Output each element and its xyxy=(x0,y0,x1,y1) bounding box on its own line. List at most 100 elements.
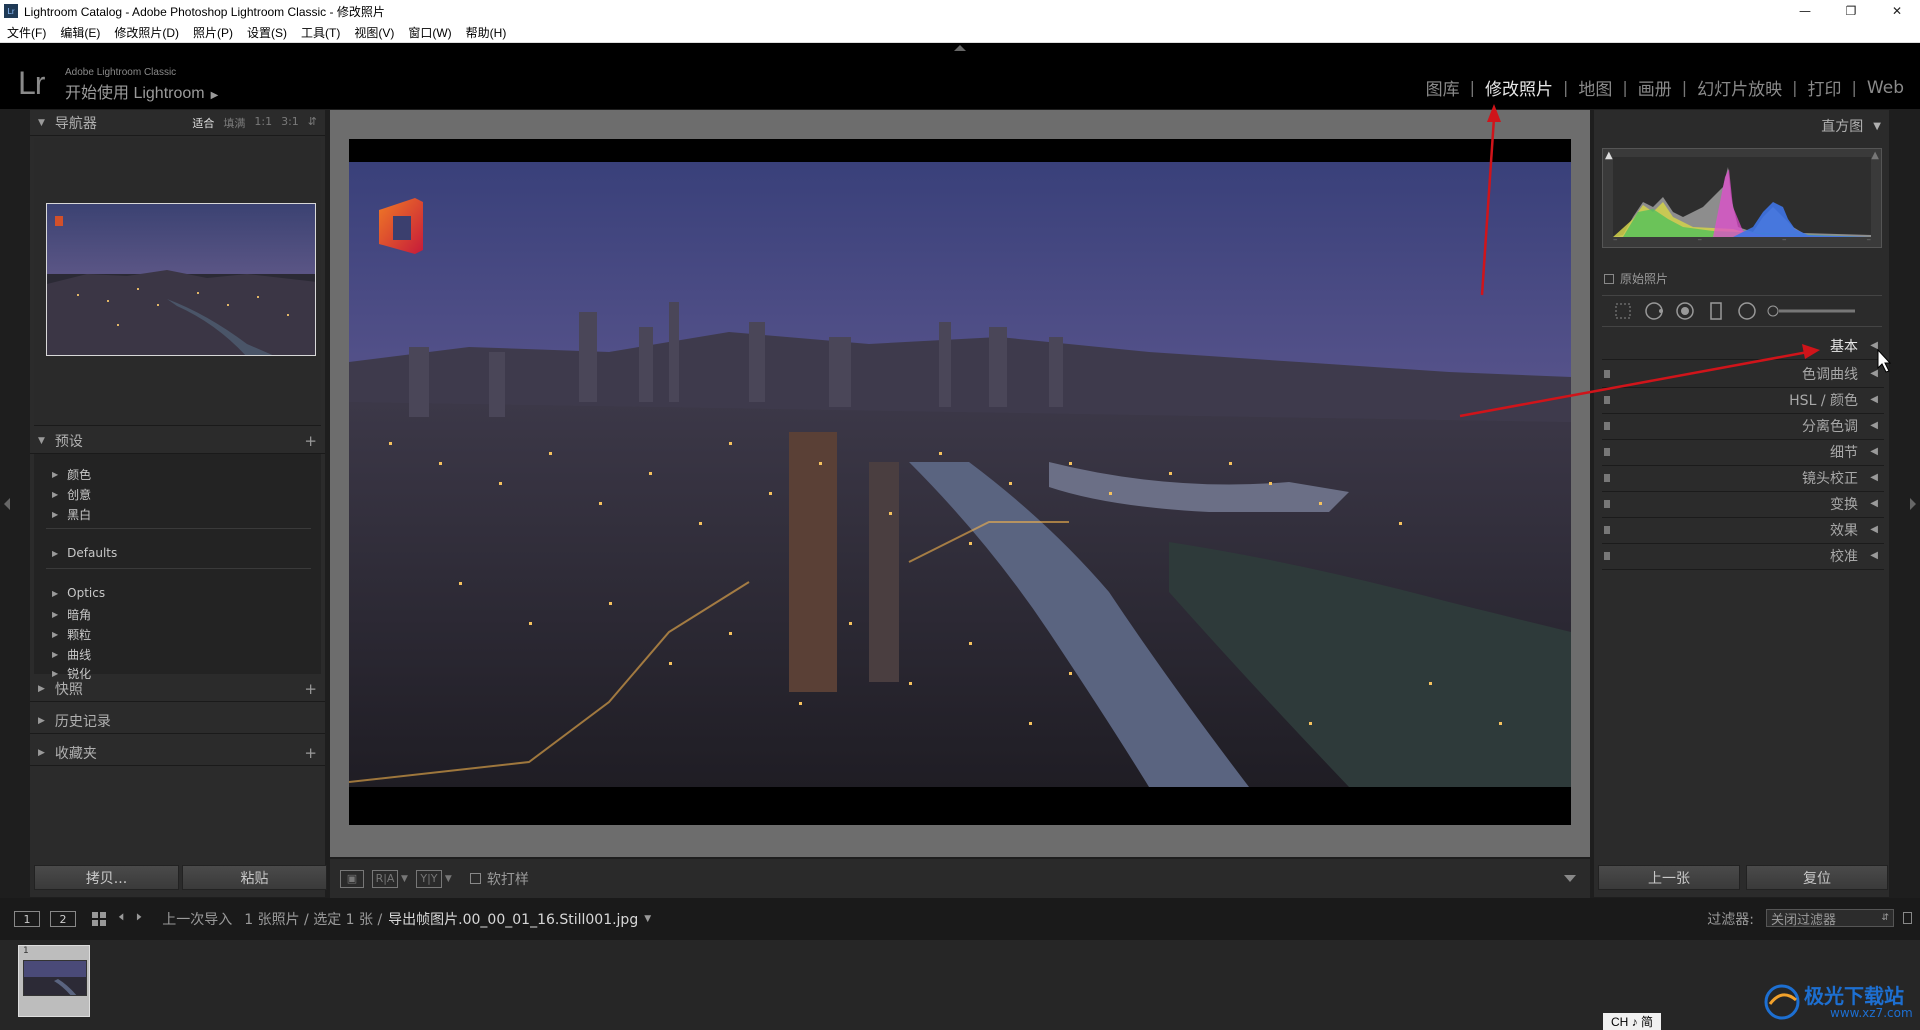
soft-proof-checkbox[interactable] xyxy=(469,873,481,884)
preset-group-item[interactable]: ▶ 黑白 xyxy=(52,506,91,523)
dropdown-icon[interactable]: ▼ xyxy=(445,874,452,884)
navigator-header[interactable]: ▼ 导航器 适合 填满 1:1 3:1 ⇵ xyxy=(30,110,325,136)
radial-filter-icon[interactable] xyxy=(1736,300,1758,322)
restore-icon[interactable]: ❐ xyxy=(1828,0,1874,22)
red-eye-icon[interactable] xyxy=(1674,300,1696,322)
nav-1-1[interactable]: 1:1 xyxy=(254,115,272,131)
shadow-clipping-icon[interactable]: ▲ xyxy=(1605,150,1613,161)
filmstrip-thumbnail[interactable]: 1 xyxy=(18,945,90,1017)
section-hsl[interactable]: HSL / 颜色 ◀ xyxy=(1602,386,1884,414)
add-preset-icon[interactable]: + xyxy=(304,432,317,450)
watermark-logo: 极光下载站 www.xz7.com xyxy=(1760,978,1920,1028)
window-1-button[interactable]: 1 xyxy=(14,911,40,927)
module-develop[interactable]: 修改照片 xyxy=(1475,75,1563,100)
module-map[interactable]: 地图 xyxy=(1568,75,1622,100)
dropdown-icon[interactable]: ▼ xyxy=(401,874,408,884)
main-photo[interactable] xyxy=(349,162,1571,787)
crop-overlay-icon[interactable] xyxy=(1612,300,1634,322)
section-basic[interactable]: 基本 ◀ xyxy=(1602,332,1884,360)
forward-arrow-icon[interactable]: 🢒 xyxy=(136,906,142,933)
module-slideshow[interactable]: 幻灯片放映 xyxy=(1687,75,1792,100)
module-library[interactable]: 图库 xyxy=(1416,75,1470,100)
collections-header[interactable]: ▶ 收藏夹 + xyxy=(30,740,325,766)
expand-triangle-icon: ▼ xyxy=(38,117,45,128)
loupe-view-icon[interactable]: ▣ xyxy=(340,869,364,888)
spot-removal-icon[interactable] xyxy=(1643,300,1665,322)
original-photo-toggle[interactable]: 原始照片 xyxy=(1604,270,1668,287)
module-book[interactable]: 画册 xyxy=(1628,75,1682,100)
section-transform[interactable]: 变换 ◀ xyxy=(1602,490,1884,518)
preset-group-item[interactable]: ▶ 创意 xyxy=(52,486,91,503)
expand-triangle-icon: ◀ xyxy=(1870,550,1878,561)
preset-group-item[interactable]: ▶ Optics xyxy=(52,586,105,600)
presets-header[interactable]: ▼ 预设 + xyxy=(30,428,325,454)
menu-develop[interactable]: 修改照片(D) xyxy=(107,24,186,41)
menu-view[interactable]: 视图(V) xyxy=(347,24,401,41)
filter-select[interactable]: 关闭过滤器 ⇵ xyxy=(1766,909,1894,928)
toolbar-content-dropdown-icon[interactable] xyxy=(1564,875,1576,882)
grid-view-icon[interactable] xyxy=(92,912,106,926)
preset-group-item[interactable]: ▶ 颜色 xyxy=(52,466,91,483)
preset-group-item[interactable]: ▶ 颗粒 xyxy=(52,626,91,643)
nav-3-1[interactable]: 3:1 xyxy=(281,115,299,131)
reset-button[interactable]: 复位 xyxy=(1746,865,1888,890)
adjustment-brush-icon[interactable] xyxy=(1767,300,1857,322)
close-icon[interactable]: ✕ xyxy=(1874,0,1920,22)
collapsed-triangle-icon: ▶ xyxy=(38,747,45,758)
menu-settings[interactable]: 设置(S) xyxy=(240,24,294,41)
before-after-ra-button[interactable]: R|A xyxy=(372,869,398,888)
menu-bar: 文件(F) 编辑(E) 修改照片(D) 照片(P) 设置(S) 工具(T) 视图… xyxy=(0,22,1920,43)
paste-button[interactable]: 粘贴 xyxy=(182,865,327,890)
collapse-right-panel-icon[interactable] xyxy=(1910,498,1916,510)
lightroom-window: Lr Lightroom Catalog - Adobe Photoshop L… xyxy=(0,0,1920,1030)
menu-tools[interactable]: 工具(T) xyxy=(294,24,347,41)
zoom-stepper-icon[interactable]: ⇵ xyxy=(308,115,317,131)
collapse-top-panel-icon[interactable] xyxy=(954,45,966,51)
section-effects[interactable]: 效果 ◀ xyxy=(1602,516,1884,544)
navigator-thumbnail[interactable] xyxy=(46,203,316,356)
histogram-header[interactable]: 直方图 ▼ xyxy=(1821,116,1881,136)
get-started-link[interactable]: 开始使用 Lightroom ▶ xyxy=(65,79,218,103)
menu-photo[interactable]: 照片(P) xyxy=(186,24,240,41)
file-dropdown-icon[interactable]: ▼ xyxy=(644,914,651,924)
preset-group-item[interactable]: ▶ 曲线 xyxy=(52,646,91,663)
menu-edit[interactable]: 编辑(E) xyxy=(53,24,107,41)
highlight-clipping-icon[interactable]: ▲ xyxy=(1871,150,1879,161)
menu-help[interactable]: 帮助(H) xyxy=(459,24,514,41)
panel-toggle-switch-icon xyxy=(1604,369,1610,378)
menu-file[interactable]: 文件(F) xyxy=(0,24,53,41)
module-print[interactable]: 打印 xyxy=(1798,75,1852,100)
preset-group-item[interactable]: ▶ 暗角 xyxy=(52,606,91,623)
menu-window[interactable]: 窗口(W) xyxy=(401,24,458,41)
snapshots-header[interactable]: ▶ 快照 + xyxy=(30,676,325,702)
collapse-left-panel-icon[interactable] xyxy=(4,498,10,510)
before-after-yy-button[interactable]: Y|Y xyxy=(415,869,442,888)
add-snapshot-icon[interactable]: + xyxy=(304,680,317,698)
nav-fill[interactable]: 填满 xyxy=(223,115,245,131)
histogram[interactable]: ▲ ▲ – – – – xyxy=(1602,148,1882,248)
panel-toggle-switch-icon xyxy=(1604,473,1610,482)
history-header[interactable]: ▶ 历史记录 xyxy=(30,708,325,734)
filter-lock-icon[interactable] xyxy=(1903,912,1912,924)
file-name[interactable]: 导出帧图片.00_00_01_16.Still001.jpg xyxy=(388,909,638,929)
preset-group-item[interactable]: ▶ Defaults xyxy=(52,546,117,560)
section-split-toning[interactable]: 分离色调 ◀ xyxy=(1602,412,1884,440)
section-detail[interactable]: 细节 ◀ xyxy=(1602,438,1884,466)
nav-fit[interactable]: 适合 xyxy=(192,115,214,131)
add-collection-icon[interactable]: + xyxy=(304,744,317,762)
module-picker: 图库 | 修改照片 | 地图 | 画册 | 幻灯片放映 | 打印 | Web xyxy=(1416,75,1914,101)
copy-button[interactable]: 拷贝... xyxy=(34,865,179,890)
ime-indicator[interactable]: CH ♪ 简 xyxy=(1603,1013,1661,1030)
filmstrip-bar: 1 2 🢐 🢒 上一次导入 1 张照片 / 选定 1 张 / 导出帧图片.00_… xyxy=(0,898,1920,940)
previous-button[interactable]: 上一张 xyxy=(1598,865,1740,890)
graduated-filter-icon[interactable] xyxy=(1705,300,1727,322)
section-tone-curve[interactable]: 色调曲线 ◀ xyxy=(1602,360,1884,388)
section-lens-corrections[interactable]: 镜头校正 ◀ xyxy=(1602,464,1884,492)
module-web[interactable]: Web xyxy=(1857,78,1914,98)
window-2-button[interactable]: 2 xyxy=(50,911,76,927)
minimize-icon[interactable]: — xyxy=(1782,0,1828,22)
back-arrow-icon[interactable]: 🢐 xyxy=(118,906,124,933)
section-calibration[interactable]: 校准 ◀ xyxy=(1602,542,1884,570)
source-label[interactable]: 上一次导入 xyxy=(162,909,232,929)
title-bar: Lr Lightroom Catalog - Adobe Photoshop L… xyxy=(0,0,1920,22)
